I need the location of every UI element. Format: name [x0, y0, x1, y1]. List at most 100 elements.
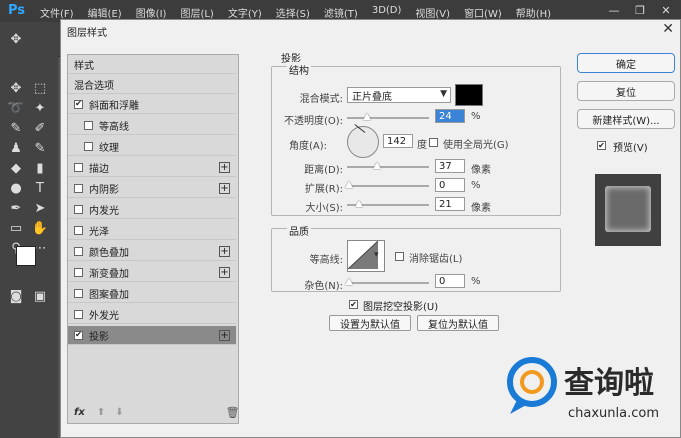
- spread-input[interactable]: 0: [435, 178, 465, 192]
- menu-type[interactable]: 文字(Y): [228, 5, 262, 20]
- list-item-contour[interactable]: 等高线: [68, 116, 236, 135]
- hand-tool-icon[interactable]: ✋: [30, 218, 50, 238]
- gradient-icon[interactable]: ▮: [30, 158, 50, 178]
- move-tool-options-icon[interactable]: ✥: [6, 29, 26, 49]
- inner-shadow-checkbox[interactable]: [74, 183, 83, 193]
- contour-picker[interactable]: [347, 240, 385, 272]
- menu-layer[interactable]: 图层(L): [180, 5, 213, 20]
- global-light-checkbox[interactable]: [429, 138, 438, 147]
- rectangle-tool-icon[interactable]: ▭: [6, 218, 26, 238]
- menu-window[interactable]: 窗口(W): [464, 5, 502, 20]
- pattern-overlay-checkbox[interactable]: [74, 288, 83, 298]
- texture-checkbox[interactable]: [84, 141, 93, 151]
- menu-3d[interactable]: 3D(D): [372, 5, 402, 20]
- add-stroke-icon[interactable]: +: [219, 161, 230, 173]
- list-item-styles[interactable]: 样式: [68, 55, 236, 74]
- add-gradient-overlay-icon[interactable]: +: [219, 266, 230, 278]
- list-item-texture[interactable]: 纹理: [68, 137, 236, 156]
- list-item-blending-options[interactable]: 混合选项: [68, 75, 236, 94]
- brush-icon[interactable]: ✐: [30, 118, 50, 138]
- path-select-icon[interactable]: ➤: [30, 198, 50, 218]
- stamp-icon[interactable]: ♟: [6, 138, 26, 158]
- contour-dropdown-icon[interactable]: ▾: [374, 250, 379, 260]
- menu-file[interactable]: 文件(F): [40, 5, 74, 20]
- size-input[interactable]: 21: [435, 197, 465, 211]
- close-icon[interactable]: ✕: [662, 21, 674, 37]
- shadow-color-swatch[interactable]: [455, 84, 483, 106]
- list-item-stroke[interactable]: 描边 +: [68, 158, 236, 177]
- add-color-overlay-icon[interactable]: +: [219, 245, 230, 257]
- spread-slider-thumb[interactable]: [345, 181, 353, 188]
- move-up-icon[interactable]: ⬆: [97, 407, 105, 418]
- pen-tool-icon[interactable]: ✒: [6, 198, 26, 218]
- add-drop-shadow-icon[interactable]: +: [219, 329, 230, 341]
- list-item-satin[interactable]: 光泽: [68, 221, 236, 240]
- distance-slider-thumb[interactable]: [373, 162, 381, 169]
- outer-glow-checkbox[interactable]: [74, 309, 83, 319]
- noise-slider-thumb[interactable]: [345, 278, 353, 285]
- menu-help[interactable]: 帮助(H): [516, 5, 551, 20]
- type-tool-icon[interactable]: T: [30, 178, 50, 198]
- add-inner-shadow-icon[interactable]: +: [219, 182, 230, 194]
- list-item-outer-glow[interactable]: 外发光: [68, 305, 236, 324]
- eraser-icon[interactable]: ◆: [6, 158, 26, 178]
- size-slider-thumb[interactable]: [355, 200, 363, 207]
- menu-select[interactable]: 选择(S): [276, 5, 310, 20]
- stroke-checkbox[interactable]: [74, 162, 83, 172]
- foreground-color-swatch[interactable]: [16, 246, 36, 266]
- angle-dial[interactable]: [347, 124, 379, 158]
- move-tool-icon[interactable]: ✥: [6, 78, 26, 98]
- list-item-gradient-overlay[interactable]: 渐变叠加 +: [68, 263, 236, 282]
- set-default-button[interactable]: 设置为默认值: [329, 315, 411, 331]
- eyedropper-icon[interactable]: ✎: [6, 118, 26, 138]
- noise-slider[interactable]: [347, 282, 429, 284]
- distance-slider[interactable]: [347, 166, 429, 168]
- list-item-inner-glow[interactable]: 内发光: [68, 200, 236, 219]
- list-item-pattern-overlay[interactable]: 图案叠加: [68, 284, 236, 303]
- angle-input[interactable]: 142: [383, 134, 413, 148]
- fx-icon[interactable]: fx: [74, 407, 85, 418]
- opacity-slider-thumb[interactable]: [363, 113, 371, 120]
- antialias-checkbox[interactable]: [395, 252, 404, 261]
- lasso-tool-icon[interactable]: ➰: [6, 98, 26, 118]
- ok-button[interactable]: 确定: [577, 53, 675, 73]
- new-style-button[interactable]: 新建样式(W)...: [577, 109, 675, 129]
- opacity-slider[interactable]: [347, 117, 429, 119]
- list-item-bevel-emboss[interactable]: ✔ 斜面和浮雕: [68, 95, 236, 114]
- list-item-drop-shadow[interactable]: ✔ 投影 +: [68, 326, 236, 345]
- move-down-icon[interactable]: ⬇: [115, 407, 123, 418]
- close-window-icon[interactable]: ✕: [655, 2, 677, 18]
- blend-mode-select[interactable]: 正片叠底 ▼: [347, 87, 451, 103]
- spread-slider[interactable]: [347, 185, 429, 187]
- gradient-overlay-checkbox[interactable]: [74, 267, 83, 277]
- satin-checkbox[interactable]: [74, 225, 83, 235]
- trash-icon[interactable]: 🗑: [226, 406, 240, 419]
- dodge-icon[interactable]: ●: [6, 178, 26, 198]
- color-overlay-checkbox[interactable]: [74, 246, 83, 256]
- preview-checkbox[interactable]: ✔: [597, 141, 606, 150]
- screen-mode-icon[interactable]: ▣: [30, 286, 50, 306]
- knockout-checkbox[interactable]: ✔: [349, 300, 358, 309]
- drop-shadow-checkbox[interactable]: ✔: [74, 330, 83, 340]
- reset-default-button[interactable]: 复位为默认值: [417, 315, 499, 331]
- reset-button[interactable]: 复位: [577, 81, 675, 101]
- inner-glow-checkbox[interactable]: [74, 204, 83, 214]
- restore-icon[interactable]: ❐: [629, 2, 651, 18]
- menu-view[interactable]: 视图(V): [415, 5, 450, 20]
- angle-label: 角度(A):: [288, 141, 327, 152]
- list-item-color-overlay[interactable]: 颜色叠加 +: [68, 242, 236, 261]
- menu-edit[interactable]: 编辑(E): [88, 5, 122, 20]
- minimize-icon[interactable]: —: [603, 2, 625, 18]
- contour-checkbox[interactable]: [84, 120, 93, 130]
- history-brush-icon[interactable]: ✎: [30, 138, 50, 158]
- menu-image[interactable]: 图像(I): [136, 5, 167, 20]
- distance-input[interactable]: 37: [435, 159, 465, 173]
- bevel-emboss-checkbox[interactable]: ✔: [74, 99, 83, 109]
- magic-wand-icon[interactable]: ✦: [30, 98, 50, 118]
- menu-filter[interactable]: 滤镜(T): [324, 5, 358, 20]
- list-item-inner-shadow[interactable]: 内阴影 +: [68, 179, 236, 198]
- opacity-input[interactable]: 24: [435, 109, 465, 123]
- marquee-tool-icon[interactable]: ⬚: [30, 78, 50, 98]
- quick-mask-icon[interactable]: ◙: [6, 286, 26, 306]
- noise-input[interactable]: 0: [435, 274, 465, 288]
